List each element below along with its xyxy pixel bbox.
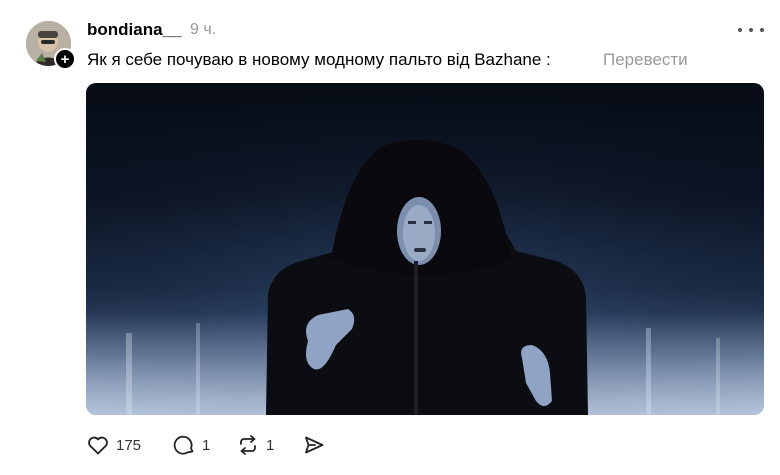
repost-count: 1 xyxy=(266,436,275,454)
reply-count: 1 xyxy=(202,436,211,454)
cloaked-figure-illustration xyxy=(86,83,764,415)
reply-button[interactable]: 1 xyxy=(172,430,210,460)
more-icon[interactable] xyxy=(738,20,764,40)
follow-button[interactable]: + xyxy=(54,48,76,70)
translate-link[interactable]: Перевести xyxy=(603,50,688,70)
username[interactable]: bondiana__ xyxy=(87,20,181,40)
post-image[interactable] xyxy=(86,83,764,415)
more-dot xyxy=(749,28,753,32)
repost-button[interactable]: 1 xyxy=(236,430,274,460)
post-caption: Як я себе почуваю в новому модному пальт… xyxy=(87,50,551,69)
repost-icon xyxy=(240,435,256,455)
post-time: 9 ч. xyxy=(190,21,217,38)
comment-icon xyxy=(173,435,194,455)
like-count: 175 xyxy=(116,436,142,454)
more-dot xyxy=(738,28,742,32)
share-button[interactable] xyxy=(302,430,326,460)
share-icon xyxy=(305,436,324,454)
post-card: + bondiana__ 9 ч. Як я себе почуваю в но… xyxy=(0,0,780,475)
more-dot xyxy=(760,28,764,32)
plus-icon: + xyxy=(60,50,70,68)
like-button[interactable]: 175 xyxy=(86,430,141,460)
heart-icon xyxy=(88,436,108,455)
